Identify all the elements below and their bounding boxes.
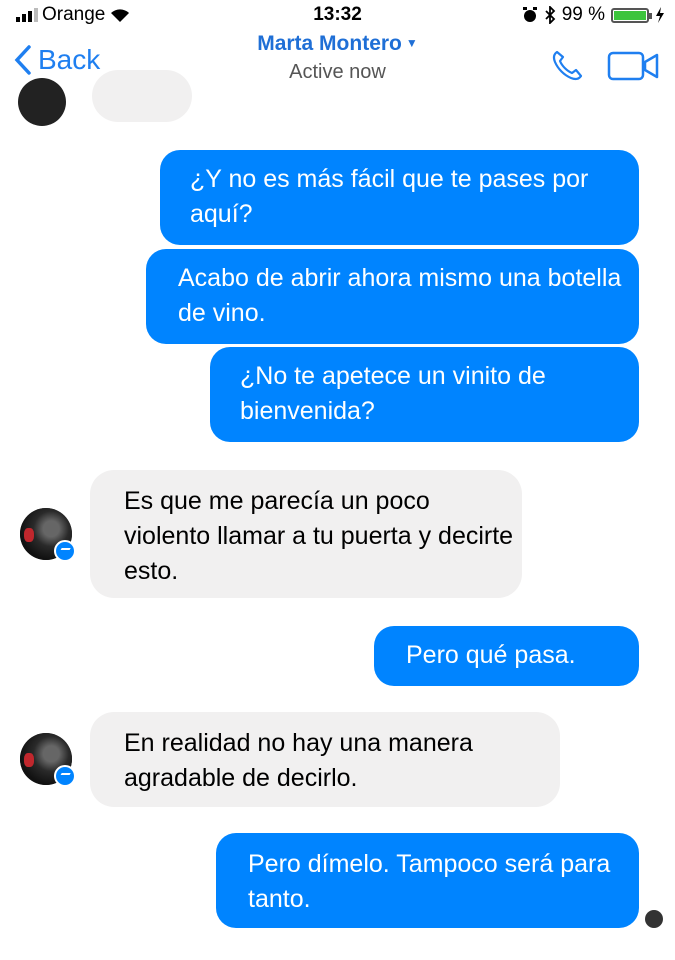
message-bubble-incoming[interactable]: En realidad no hay una manera agradable …: [90, 712, 560, 807]
bluetooth-icon: [545, 6, 555, 24]
message-text: Es que me parecía un poco violento llama…: [124, 487, 514, 585]
contact-avatar[interactable]: [20, 508, 76, 562]
message-bubble-outgoing[interactable]: Pero qué pasa.: [374, 626, 639, 686]
message-bubble-incoming[interactable]: Es que me parecía un poco violento llama…: [90, 470, 522, 598]
seen-avatar-icon: [645, 910, 663, 928]
contact-avatar: [18, 78, 66, 126]
header-actions: [549, 48, 661, 84]
status-bar: Orange 13:32 99 %: [0, 0, 675, 30]
battery-percent: 99 %: [561, 4, 605, 25]
messenger-badge-icon: [54, 540, 76, 562]
battery-icon: [611, 7, 652, 23]
video-icon[interactable]: [607, 49, 661, 83]
message-text: ¿Y no es más fácil que te pases por aquí…: [190, 165, 589, 228]
message-bubble-outgoing[interactable]: Pero dímelo. Tampoco será para tanto.: [216, 833, 639, 928]
contact-name: Marta Montero: [257, 32, 402, 55]
alarm-icon: [522, 7, 537, 22]
message-text: Acabo de abrir ahora mismo una botella d…: [178, 264, 622, 327]
messenger-badge-icon: [54, 765, 76, 787]
contact-avatar[interactable]: [20, 733, 76, 787]
message-text: Pero qué pasa.: [406, 641, 576, 669]
message-text: Pero dímelo. Tampoco será para tanto.: [248, 850, 611, 913]
message-text: ¿No te apetece un vinito de bienvenida?: [240, 362, 546, 425]
message-bubble-outgoing[interactable]: ¿No te apetece un vinito de bienvenida?: [210, 347, 639, 442]
message-bubble-outgoing[interactable]: Acabo de abrir ahora mismo una botella d…: [146, 249, 639, 344]
chevron-down-icon: ▼: [405, 36, 418, 50]
charging-icon: [656, 7, 664, 23]
status-right: 99 %: [522, 4, 665, 26]
message-bubble-outgoing[interactable]: ¿Y no es más fácil que te pases por aquí…: [160, 150, 639, 245]
message-text: En realidad no hay una manera agradable …: [124, 729, 473, 792]
phone-icon[interactable]: [549, 48, 585, 84]
incoming-bubble-partial: [92, 70, 192, 122]
